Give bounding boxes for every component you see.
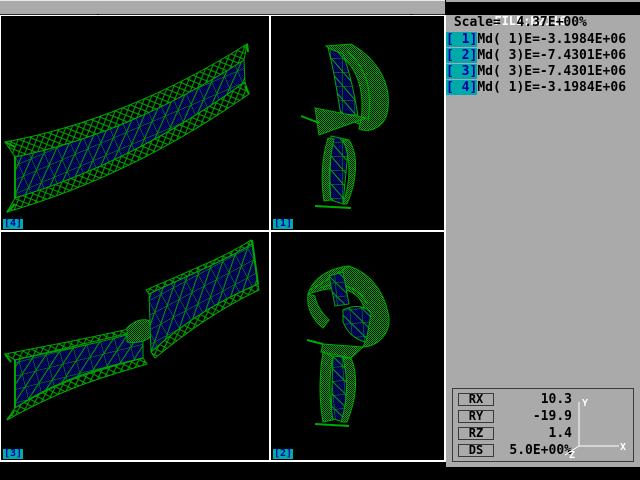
viewport-bottom-left[interactable]: [3] [1, 232, 269, 460]
viewport-label-chip: [1] [273, 219, 293, 229]
title-bar: Belluzzi es.2116: buck. trave appog. con… [0, 0, 445, 15]
mode-list-item[interactable]: [ 4]Md( 1)E=-3.1984E+06 [446, 79, 640, 95]
mode-index-badge[interactable]: [ 3] [446, 64, 477, 79]
right-panel: FILE:B2116 Scale= 4.37E+00% [ 1]Md( 1)E=… [446, 0, 640, 467]
viewport-label-chip: [2] [273, 449, 293, 459]
mesh-side-view-mode3 [1, 232, 269, 459]
mode-info: Md( 1)E=-3.1984E+06 [477, 32, 626, 47]
mode-info: Md( 3)E=-7.4301E+06 [477, 64, 626, 79]
rx-button[interactable]: RX [458, 393, 494, 406]
mesh-end-view-mode2 [271, 232, 444, 459]
mode-info: Md( 1)E=-3.1984E+06 [477, 80, 626, 95]
mesh-side-view-mode4 [1, 16, 269, 230]
ry-button[interactable]: RY [458, 410, 494, 423]
axes-triad-icon: Y X Z [557, 394, 629, 460]
mode-info: Md( 3)E=-7.4301E+06 [477, 48, 626, 63]
viewport-label-chip: [4] [3, 219, 23, 229]
viewport-bottom-right[interactable]: [2] [271, 232, 444, 460]
mode-list-item[interactable]: [ 1]Md( 1)E=-3.1984E+06 [446, 31, 640, 47]
file-header: FILE:B2116 [446, 2, 640, 15]
mode-index-badge[interactable]: [ 2] [446, 48, 477, 63]
axis-y-label: Y [582, 398, 588, 409]
axis-x-label: X [620, 442, 626, 453]
scale-readout: Scale= 4.37E+00% [446, 15, 640, 31]
viewport-label-chip: [3] [3, 449, 23, 459]
axis-z-label: Z [569, 450, 575, 460]
mesh-end-view-mode1 [271, 16, 444, 230]
mode-index-badge[interactable]: [ 4] [446, 80, 477, 95]
mode-list-item[interactable]: [ 3]Md( 3)E=-7.4301E+06 [446, 63, 640, 79]
mode-index-badge[interactable]: [ 1] [446, 32, 477, 47]
rz-button[interactable]: RZ [458, 427, 494, 440]
view-controls-box: RX 10.3 RY -19.9 RZ 1.4 DS 5.0E+00% Y X … [452, 388, 634, 462]
app-screen: Belluzzi es.2116: buck. trave appog. con… [0, 0, 640, 480]
ds-button[interactable]: DS [458, 444, 494, 457]
viewport-top-right[interactable]: [1] [271, 16, 444, 230]
viewport-grid: [4] [0, 15, 446, 462]
mode-list-item[interactable]: [ 2]Md( 3)E=-7.4301E+06 [446, 47, 640, 63]
viewport-top-left[interactable]: [4] [1, 16, 269, 230]
